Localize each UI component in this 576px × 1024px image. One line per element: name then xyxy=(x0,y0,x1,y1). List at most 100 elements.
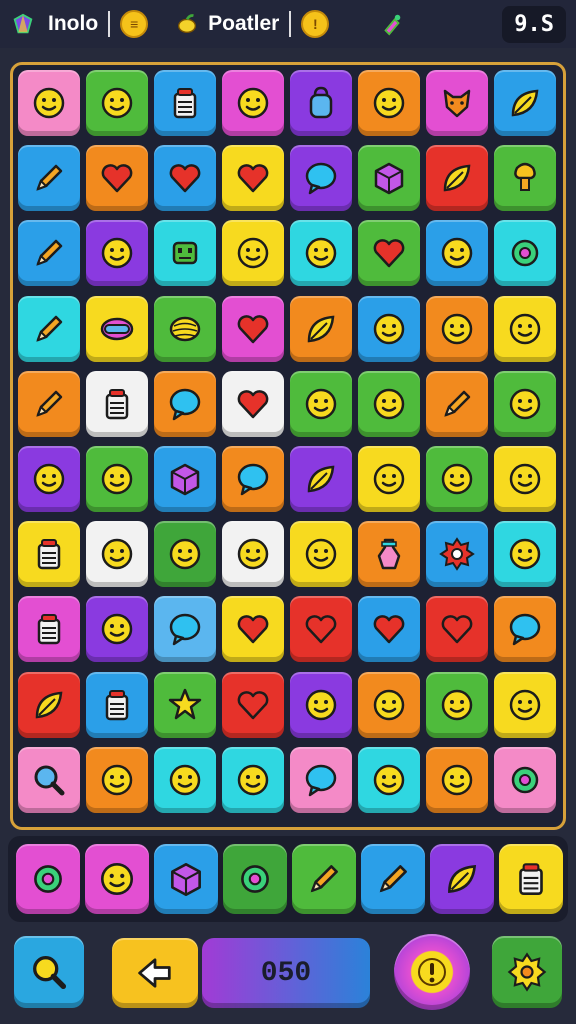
tile-bubble[interactable] xyxy=(154,596,216,663)
tile-face[interactable] xyxy=(18,446,80,512)
tile-box[interactable] xyxy=(358,145,420,212)
hint-button[interactable] xyxy=(394,934,470,1010)
tile-heart[interactable] xyxy=(358,220,420,287)
tile-bubble[interactable] xyxy=(494,596,556,663)
tile-pencil[interactable] xyxy=(18,295,80,362)
tile-pencil[interactable] xyxy=(18,145,80,212)
tile-face[interactable] xyxy=(426,671,488,738)
game-title: Inolo xyxy=(48,12,99,35)
tile-box[interactable] xyxy=(154,446,216,512)
tile-face[interactable] xyxy=(494,521,556,588)
tile-face[interactable] xyxy=(426,220,488,287)
tray-slot-pencil[interactable] xyxy=(361,844,425,914)
tile-face[interactable] xyxy=(86,220,148,287)
settings-button[interactable] xyxy=(492,936,562,1008)
tile-heart[interactable] xyxy=(426,596,488,663)
tile-face[interactable] xyxy=(154,746,216,813)
tile-heart[interactable] xyxy=(358,596,420,663)
tile-leaf[interactable] xyxy=(290,446,352,512)
tile-heart[interactable] xyxy=(222,295,284,362)
tile-circle[interactable] xyxy=(494,220,556,287)
tile-pencil[interactable] xyxy=(426,370,488,437)
tile-face[interactable] xyxy=(222,521,284,588)
tile-jar[interactable] xyxy=(18,596,80,663)
tile-star[interactable] xyxy=(154,671,216,738)
tile-magnifier[interactable] xyxy=(18,746,80,813)
tile-pencil[interactable] xyxy=(18,220,80,287)
tile-face[interactable] xyxy=(86,446,148,512)
tile-jar[interactable] xyxy=(154,70,216,136)
heart-icon xyxy=(373,239,405,268)
tile-bubble[interactable] xyxy=(154,370,216,437)
tile-tree[interactable] xyxy=(494,145,556,212)
crystal-icon xyxy=(10,11,36,37)
tile-face[interactable] xyxy=(494,446,556,512)
tile-face[interactable] xyxy=(358,446,420,512)
tile-face[interactable] xyxy=(290,370,352,437)
tile-bubble[interactable] xyxy=(290,145,352,212)
tray-slot-leaf[interactable] xyxy=(430,844,494,914)
tile-face[interactable] xyxy=(494,295,556,362)
tile-face[interactable] xyxy=(358,370,420,437)
tile-circle[interactable] xyxy=(494,746,556,813)
tile-heart[interactable] xyxy=(290,596,352,663)
tile-gear[interactable] xyxy=(426,521,488,588)
tile-face[interactable] xyxy=(86,746,148,813)
tile-jar[interactable] xyxy=(18,521,80,588)
tile-leaf[interactable] xyxy=(426,145,488,212)
tile-face[interactable] xyxy=(426,295,488,362)
tray-slot-circle[interactable] xyxy=(16,844,80,914)
tile-face[interactable] xyxy=(154,521,216,588)
tile-lemon[interactable] xyxy=(154,295,216,362)
tile-fox[interactable] xyxy=(426,70,488,136)
tile-face[interactable] xyxy=(222,220,284,287)
tile-heart[interactable] xyxy=(222,370,284,437)
tile-face[interactable] xyxy=(358,295,420,362)
tile-face[interactable] xyxy=(494,370,556,437)
tray-slot-face[interactable] xyxy=(85,844,149,914)
tile-heart[interactable] xyxy=(222,145,284,212)
tile-bubble[interactable] xyxy=(290,746,352,813)
tile-face[interactable] xyxy=(358,671,420,738)
tile-heart[interactable] xyxy=(222,596,284,663)
coin-icon[interactable]: ! xyxy=(301,10,330,38)
tile-face[interactable] xyxy=(358,70,420,136)
tile-heart[interactable] xyxy=(154,145,216,212)
tile-face[interactable] xyxy=(86,596,148,663)
tile-bag[interactable] xyxy=(290,70,352,136)
tile-heart[interactable] xyxy=(86,145,148,212)
tile-bubble[interactable] xyxy=(222,446,284,512)
tile-face[interactable] xyxy=(426,446,488,512)
tile-heart[interactable] xyxy=(222,671,284,738)
tile-face[interactable] xyxy=(18,70,80,136)
tile-face[interactable] xyxy=(358,746,420,813)
back-button[interactable] xyxy=(112,938,198,1008)
top-bar: Inolo ≡ Poatler ! 9.S xyxy=(0,0,576,48)
tile-face[interactable] xyxy=(494,671,556,738)
tile-jar[interactable] xyxy=(86,671,148,738)
tile-robot[interactable] xyxy=(154,220,216,287)
tray-slot-circle[interactable] xyxy=(223,844,287,914)
tray-slot-pencil[interactable] xyxy=(292,844,356,914)
tile-face[interactable] xyxy=(222,746,284,813)
tile-leaf[interactable] xyxy=(290,295,352,362)
face-icon xyxy=(101,238,133,269)
tile-face[interactable] xyxy=(290,671,352,738)
coin-icon[interactable]: ≡ xyxy=(120,10,149,38)
tile-leaf[interactable] xyxy=(18,671,80,738)
tile-bottle[interactable] xyxy=(358,521,420,588)
tile-face[interactable] xyxy=(86,521,148,588)
tile-face[interactable] xyxy=(426,746,488,813)
tray-slot-jar[interactable] xyxy=(499,844,563,914)
tile-leaf[interactable] xyxy=(494,70,556,136)
tile-face[interactable] xyxy=(290,220,352,287)
search-button[interactable] xyxy=(14,936,84,1008)
tray-slot-box[interactable] xyxy=(154,844,218,914)
tile-mask[interactable] xyxy=(86,295,148,362)
tile-pencil[interactable] xyxy=(18,370,80,437)
tile-face[interactable] xyxy=(290,521,352,588)
tile-jar[interactable] xyxy=(86,370,148,437)
face-icon xyxy=(169,764,201,796)
tile-face[interactable] xyxy=(86,70,148,136)
tile-face[interactable] xyxy=(222,70,284,136)
